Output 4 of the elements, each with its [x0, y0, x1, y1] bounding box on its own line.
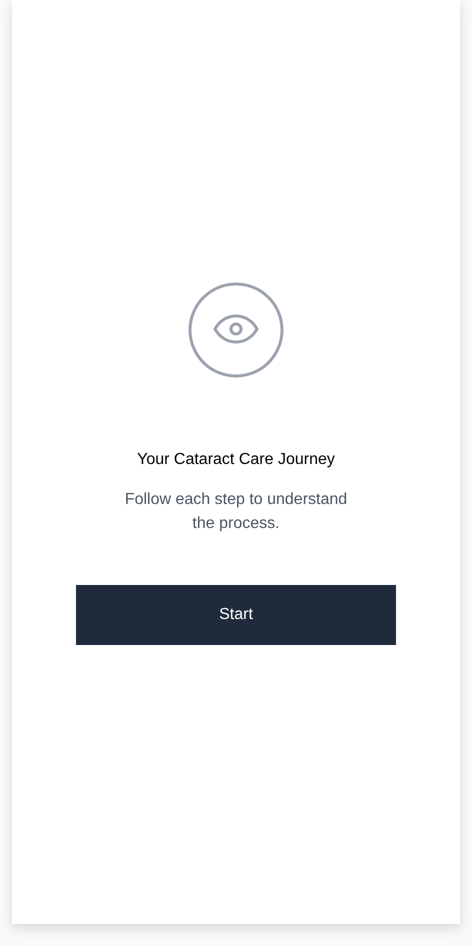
subtitle: Follow each step to understand the process.	[124, 490, 348, 534]
start-button[interactable]: Start	[76, 585, 396, 645]
eye-icon	[188, 282, 284, 378]
title: Your Cataract Care Journey	[137, 450, 335, 470]
